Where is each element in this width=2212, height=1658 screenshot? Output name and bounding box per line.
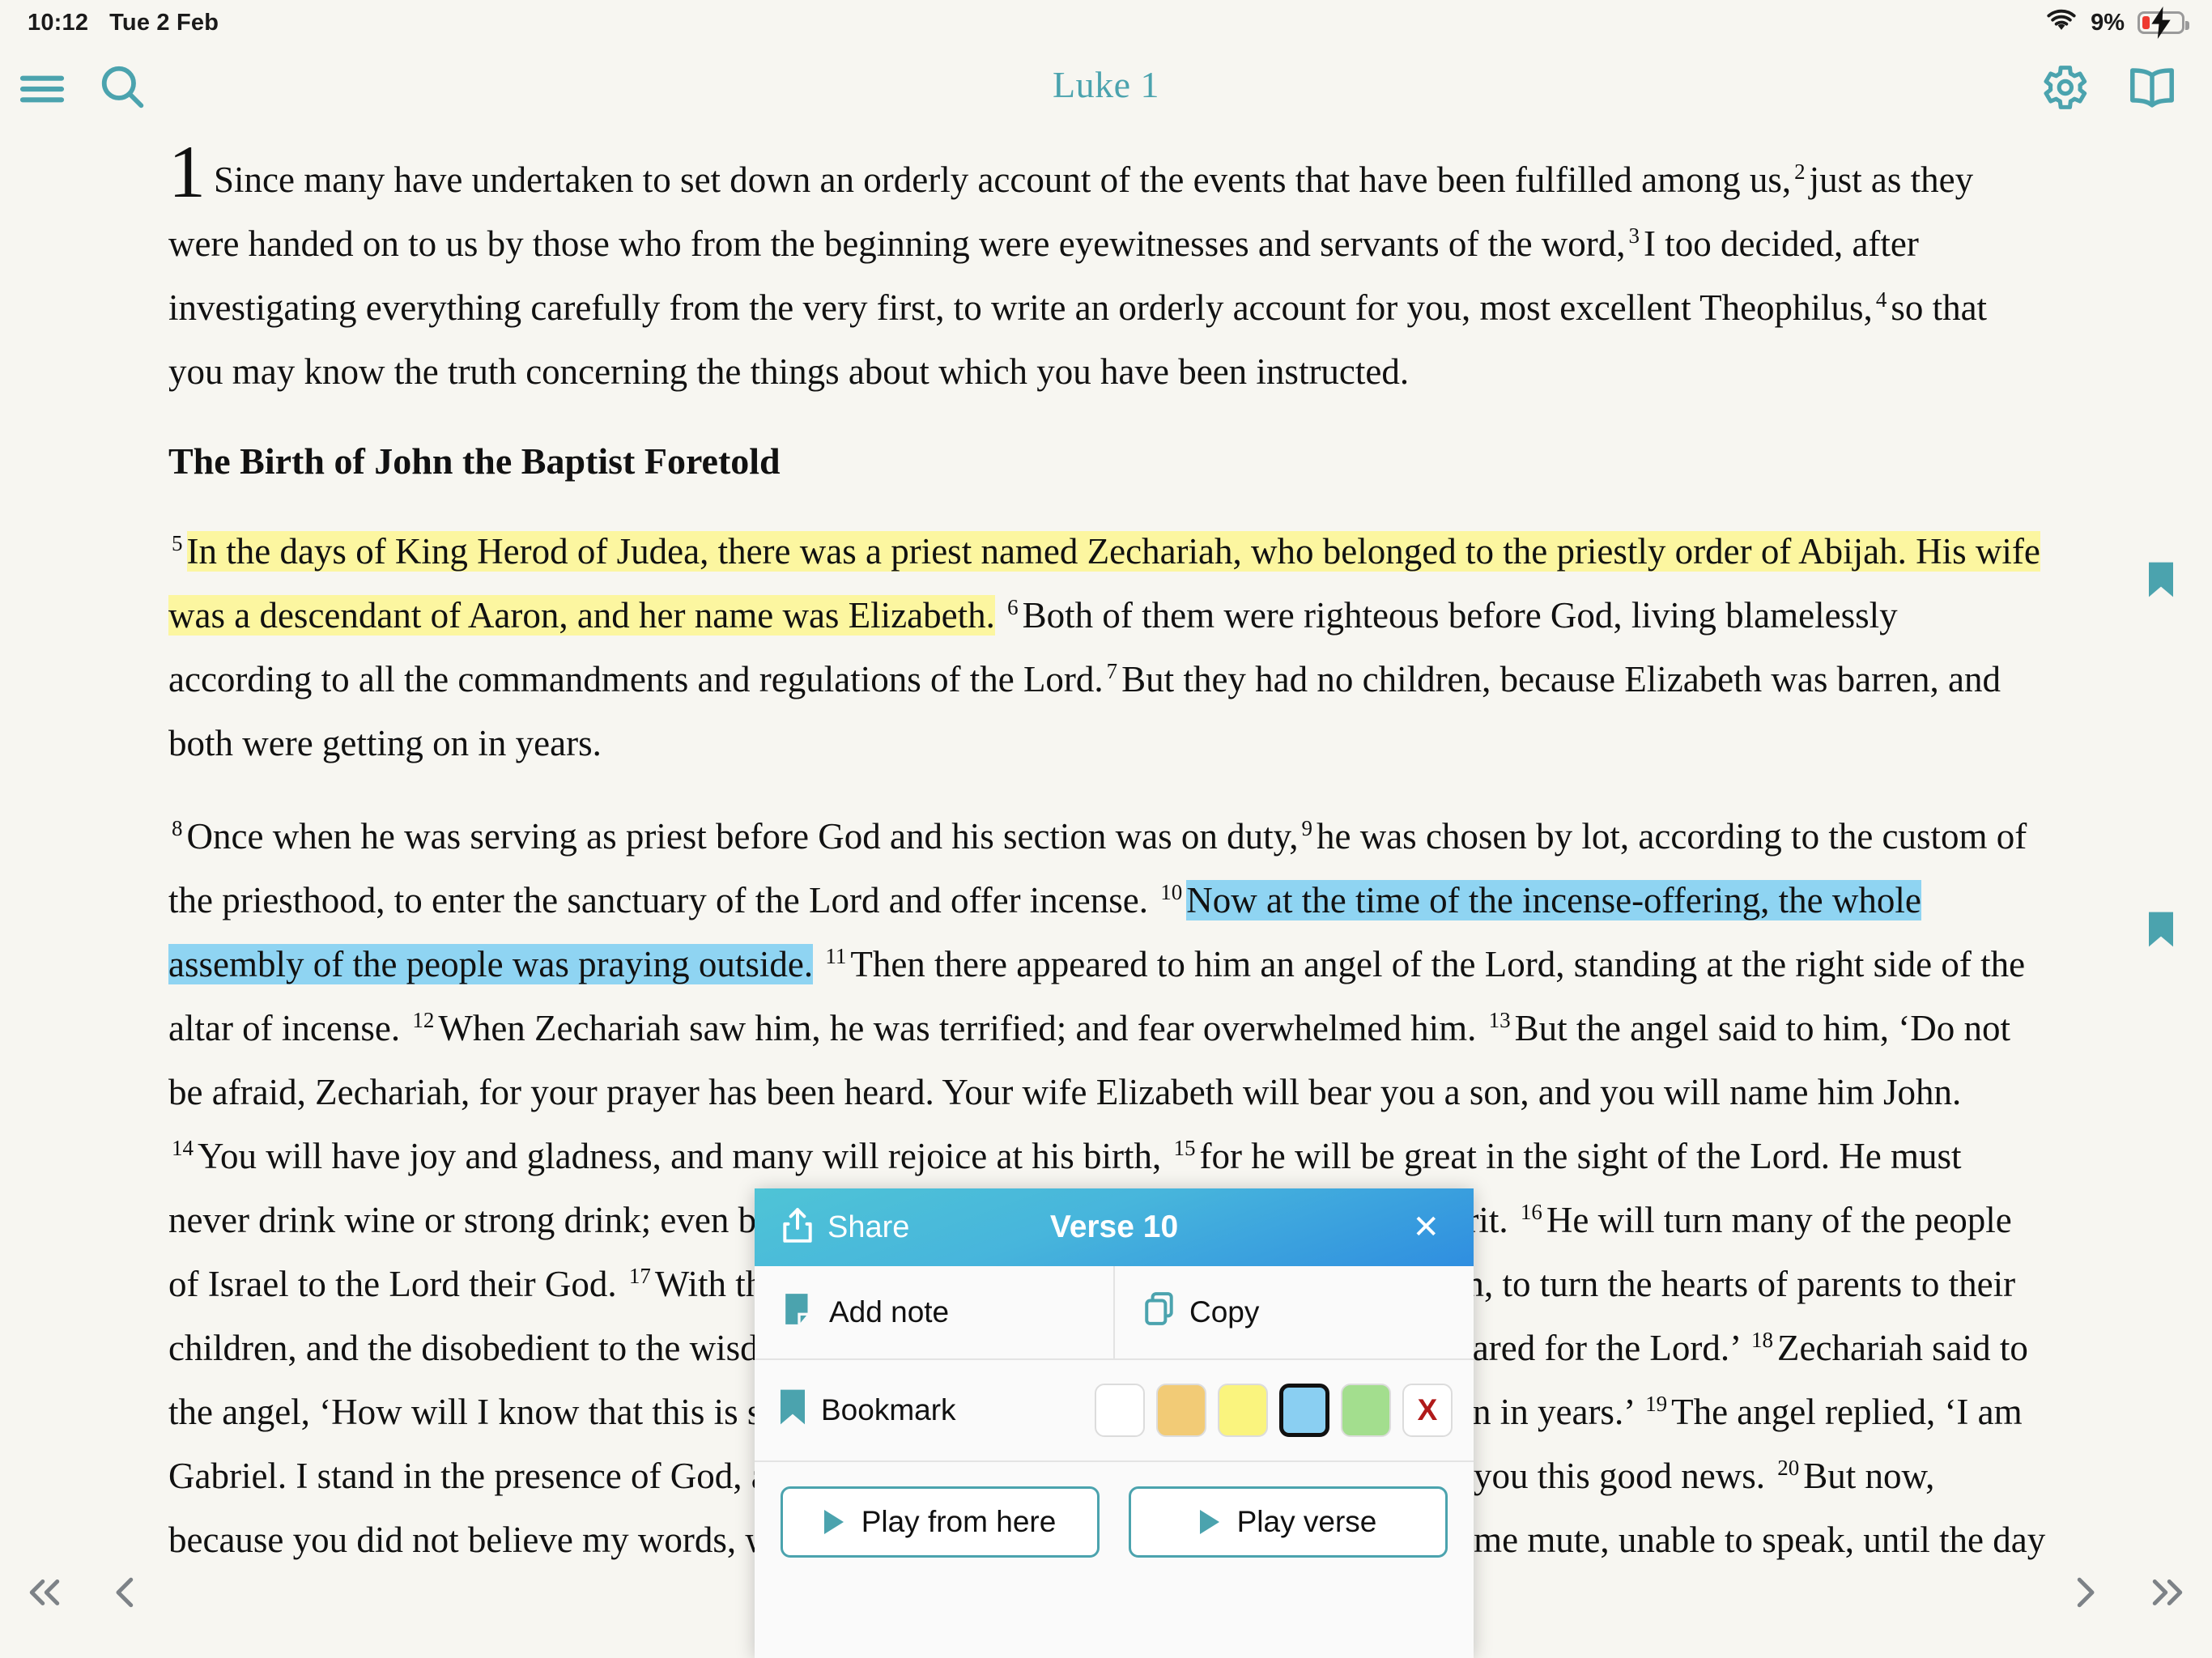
status-bar: 10:12 Tue 2 Feb 9% (0, 0, 2212, 45)
add-note-label: Add note (829, 1295, 950, 1329)
verse-number-7[interactable]: 7 (1104, 659, 1122, 683)
verse-number-6[interactable]: 6 (1004, 595, 1023, 619)
verse-number-3[interactable]: 3 (1626, 223, 1644, 248)
verse-number-2[interactable]: 2 (1791, 159, 1810, 184)
play-triangle-icon (823, 1510, 844, 1534)
chevron-double-right-icon[interactable] (2146, 1571, 2189, 1614)
popup-play-row: Play from here Play verse (755, 1462, 1474, 1558)
highlight-yellow-swatch[interactable] (1218, 1384, 1268, 1437)
note-icon (784, 1292, 815, 1333)
bookmark-ribbon-verse-10[interactable] (2149, 912, 2173, 947)
play-from-here-button[interactable]: Play from here (781, 1486, 1100, 1558)
verse-number-20[interactable]: 20 (1774, 1456, 1803, 1480)
battery-percent: 9% (2091, 9, 2125, 36)
drop-cap: 1 (168, 138, 206, 213)
verse-number-15[interactable]: 15 (1171, 1136, 1200, 1160)
popup-title: Verse 10 (1049, 1209, 1179, 1244)
highlight-swatches: X (1095, 1384, 1453, 1437)
copy-icon (1144, 1291, 1175, 1333)
verse-text-14[interactable]: You will have joy and gladness, and many… (198, 1136, 1161, 1176)
verse-number-17[interactable]: 17 (626, 1264, 655, 1288)
status-time: 10:12 (28, 9, 89, 36)
page-title: Luke 1 (1052, 64, 1159, 105)
verse-number-19[interactable]: 19 (1642, 1392, 1671, 1416)
open-book-icon[interactable] (2123, 62, 2181, 115)
verse-number-14[interactable]: 14 (168, 1136, 198, 1160)
verse-number-5[interactable]: 5 (168, 531, 187, 555)
wifi-icon (2045, 9, 2078, 37)
play-verse-label: Play verse (1236, 1505, 1377, 1538)
top-toolbar: Luke 1 (0, 45, 2212, 133)
add-note-button[interactable]: Add note (755, 1266, 1113, 1358)
verse-number-4[interactable]: 4 (1873, 287, 1891, 312)
popup-actions-row: Add note Copy (755, 1266, 1474, 1360)
verse-number-16[interactable]: 16 (1517, 1200, 1546, 1224)
copy-button[interactable]: Copy (1113, 1266, 1474, 1358)
verse-number-11[interactable]: 11 (822, 944, 850, 968)
paragraph-verses-5-7: 5 In the days of King Herod of Judea, the… (168, 520, 2050, 776)
bookmark-button[interactable]: Bookmark (781, 1389, 956, 1432)
verse-number-9[interactable]: 9 (1298, 816, 1317, 840)
paragraph-verses-1-4: 1 Since many have undertaken to set down … (168, 138, 2050, 404)
popup-bookmark-row: Bookmark X (755, 1360, 1474, 1462)
play-triangle-icon (1199, 1510, 1219, 1534)
clear-highlight-label: X (1417, 1393, 1438, 1426)
verse-text-1[interactable]: Since many have undertaken to set down a… (214, 159, 1791, 200)
bookmark-ribbon-verse-5[interactable] (2149, 562, 2173, 597)
highlight-none-swatch[interactable] (1095, 1384, 1145, 1437)
highlight-clear-swatch[interactable]: X (1402, 1384, 1453, 1437)
play-from-here-label: Play from here (861, 1505, 1057, 1538)
verse-number-12[interactable]: 12 (409, 1008, 438, 1032)
highlight-orange-swatch[interactable] (1156, 1384, 1206, 1437)
verse-number-8[interactable]: 8 (168, 816, 187, 840)
bible-reader-app: 10:12 Tue 2 Feb 9% Luke 1 1 Since many h… (0, 0, 2212, 1658)
chevron-right-icon[interactable] (2063, 1571, 2107, 1614)
verse-action-popup: Share Verse 10 ✕ Add note Copy Bookmark … (755, 1188, 1474, 1658)
gear-icon[interactable] (2035, 60, 2091, 115)
status-bar-left: 10:12 Tue 2 Feb (28, 10, 219, 36)
status-bar-right: 9% (2045, 6, 2189, 39)
battery-charging-icon (2138, 6, 2189, 39)
chevron-left-icon[interactable] (104, 1571, 147, 1614)
section-heading: The Birth of John the Baptist Foretold (168, 440, 781, 482)
bookmark-icon (781, 1389, 805, 1432)
verse-text-12[interactable]: When Zechariah saw him, he was terrified… (438, 1008, 1476, 1048)
highlight-green-swatch[interactable] (1341, 1384, 1391, 1437)
play-verse-button[interactable]: Play verse (1129, 1486, 1448, 1558)
chevron-double-left-icon[interactable] (23, 1571, 66, 1614)
copy-label: Copy (1189, 1295, 1260, 1329)
status-date: Tue 2 Feb (109, 9, 219, 36)
popup-header: Share Verse 10 ✕ (755, 1188, 1474, 1266)
verse-number-13[interactable]: 13 (1486, 1008, 1515, 1032)
bookmark-label: Bookmark (821, 1393, 956, 1426)
close-icon[interactable]: ✕ (1412, 1211, 1440, 1244)
verse-number-10[interactable]: 10 (1157, 880, 1186, 904)
highlight-blue-swatch[interactable] (1279, 1384, 1329, 1437)
verse-text-8[interactable]: Once when he was serving as priest befor… (187, 816, 1299, 857)
verse-number-18[interactable]: 18 (1748, 1328, 1777, 1352)
